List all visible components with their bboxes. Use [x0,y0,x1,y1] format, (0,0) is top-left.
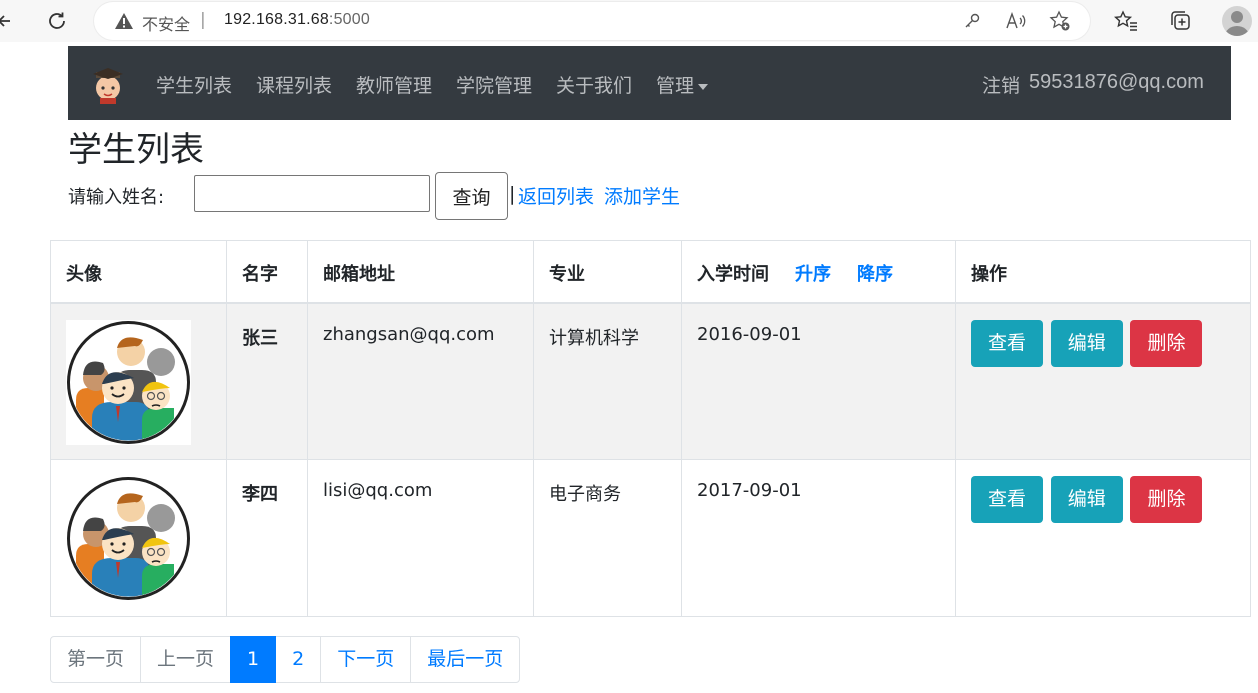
header-email: 邮箱地址 [307,240,534,304]
delete-button[interactable]: 删除 [1130,319,1203,367]
student-avatar-icon [66,476,191,601]
student-major: 计算机科学 [533,302,682,460]
logout-link[interactable]: 注销 [982,71,1020,98]
page-title: 学生列表 [68,130,204,170]
nav-item-college-management[interactable]: 学院管理 [456,71,532,98]
browser-toolbar: 不安全 | 192.168.31.68:5000 [0,0,1258,42]
query-button[interactable]: 查询 [435,172,508,220]
admin-dropdown-label: 管理 [656,75,695,97]
warning-icon[interactable] [114,11,134,31]
app-navbar: 学生列表 课程列表 教师管理 学院管理 关于我们 管理 注销 59531876@… [68,46,1231,120]
search-label: 请输入姓名: [68,187,165,208]
link-separator: | [509,183,516,205]
actions-cell: 查看 编辑 删除 [955,302,1251,460]
view-button[interactable]: 查看 [971,476,1043,523]
read-aloud-icon[interactable] [1004,9,1028,33]
page-1-button[interactable]: 1 [230,636,277,683]
sort-ascending-link[interactable]: 升序 [795,264,831,285]
table-row: 李四 lisi@qq.com 电子商务 2017-09-01 查看 编辑 删除 [50,459,1251,617]
student-name: 张三 [226,302,308,460]
sort-descending-link[interactable]: 降序 [857,264,893,285]
table-row: 张三 zhangsan@qq.com 计算机科学 2016-09-01 查看 编… [50,302,1251,460]
last-page-button[interactable]: 最后一页 [410,636,521,683]
back-arrow-icon[interactable] [0,6,20,36]
student-email: zhangsan@qq.com [307,302,534,460]
refresh-icon[interactable] [42,6,72,36]
header-major: 专业 [533,240,682,304]
add-favorite-icon[interactable] [1048,9,1072,33]
url-host: 192.168.31.68 [224,11,329,28]
student-table: 头像 名字 邮箱地址 专业 入学时间 升序 降序 操作 张三 zhangsan@… [50,240,1251,617]
user-email: 59531876@qq.com [1029,71,1204,93]
first-page-button[interactable]: 第一页 [50,636,142,683]
address-separator: | [200,10,206,30]
nav-item-teacher-management[interactable]: 教师管理 [356,71,432,98]
nav-item-about-us[interactable]: 关于我们 [556,71,632,98]
url-text[interactable]: 192.168.31.68:5000 [224,11,370,29]
header-name: 名字 [226,240,308,304]
url-port: :5000 [328,11,370,28]
caret-down-icon [698,83,709,90]
student-email: lisi@qq.com [307,459,534,617]
previous-page-button[interactable]: 上一页 [140,636,232,683]
security-status-text[interactable]: 不安全 [142,11,190,35]
back-to-list-link[interactable]: 返回列表 [518,182,594,209]
avatar-cell [50,459,227,617]
student-enroll-date: 2017-09-01 [681,459,956,617]
table-header-row: 头像 名字 邮箱地址 专业 入学时间 升序 降序 操作 [50,240,1251,304]
view-button[interactable]: 查看 [971,319,1043,367]
header-enroll-time: 入学时间 升序 降序 [681,240,956,304]
key-icon[interactable] [960,9,984,33]
header-avatar: 头像 [50,240,227,304]
student-avatar-icon [66,319,191,445]
header-enroll-label: 入学时间 [697,264,769,285]
student-name: 李四 [226,459,308,617]
edit-button[interactable]: 编辑 [1050,476,1123,523]
header-actions: 操作 [955,240,1251,304]
collections-icon[interactable] [1167,7,1195,35]
add-student-link[interactable]: 添加学生 [604,182,680,209]
page-2-button[interactable]: 2 [275,636,322,683]
avatar-cell [50,302,227,460]
edit-button[interactable]: 编辑 [1050,319,1123,367]
graduate-logo-icon[interactable] [88,64,128,104]
profile-avatar-icon[interactable] [1222,6,1252,36]
pagination: 第一页 上一页 1 2 下一页 最后一页 [50,636,521,683]
nav-item-student-list[interactable]: 学生列表 [156,71,232,98]
next-page-button[interactable]: 下一页 [320,636,412,683]
student-enroll-date: 2016-09-01 [681,302,956,460]
actions-cell: 查看 编辑 删除 [955,459,1251,617]
student-major: 电子商务 [533,459,682,617]
nav-item-admin-dropdown[interactable]: 管理 [656,71,709,98]
name-search-input[interactable] [194,175,430,212]
favorites-icon[interactable] [1112,7,1140,35]
address-bar[interactable]: 不安全 | 192.168.31.68:5000 [94,2,1090,40]
delete-button[interactable]: 删除 [1130,476,1203,523]
nav-item-course-list[interactable]: 课程列表 [256,71,332,98]
